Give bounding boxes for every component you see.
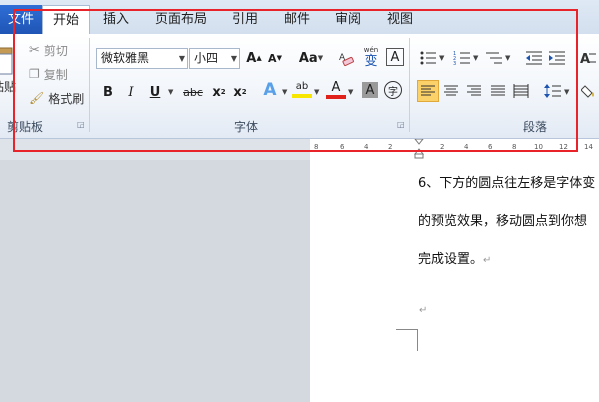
- asian-layout-button[interactable]: A: [578, 48, 598, 68]
- document-background: [0, 160, 310, 402]
- paint-bucket-icon: [581, 85, 594, 98]
- document-line: 的预览效果，移动圆点到你想: [418, 214, 588, 229]
- document-page[interactable]: [310, 160, 599, 402]
- ruler-tick: 14: [584, 143, 593, 151]
- shading-button[interactable]: [580, 81, 599, 101]
- document-line: 6、下方的圆点往左移是字体变: [418, 176, 596, 191]
- paragraph-mark: ↵: [483, 255, 492, 266]
- svg-text:A: A: [580, 52, 590, 66]
- page-corner-mark: [396, 329, 418, 351]
- paragraph-mark: ↵: [419, 305, 428, 316]
- highlight-box: [13, 9, 578, 152]
- document-line: 完成设置。↵: [418, 252, 492, 267]
- asian-layout-icon: A: [580, 52, 596, 66]
